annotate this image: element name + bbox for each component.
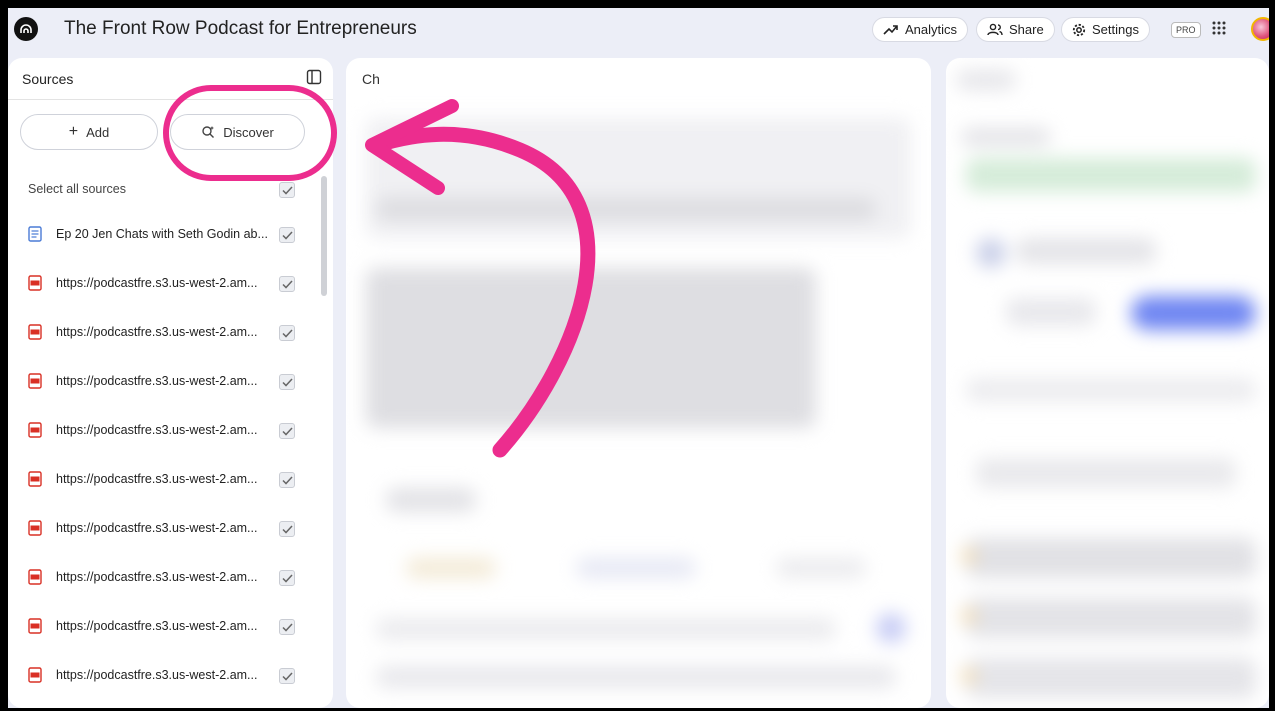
source-item[interactable]: https://podcastfre.s3.us-west-2.am... [28, 372, 298, 392]
source-item[interactable]: Ep 20 Jen Chats with Seth Godin ab... [28, 225, 298, 245]
source-item[interactable]: https://podcastfre.s3.us-west-2.am... [28, 666, 298, 686]
source-item-label: https://podcastfre.s3.us-west-2.am... [56, 668, 258, 682]
source-checkbox[interactable] [279, 423, 295, 439]
checkmark-icon [281, 671, 293, 681]
checkmark-icon [281, 573, 293, 583]
notebook-title[interactable]: The Front Row Podcast for Entrepreneurs [64, 18, 417, 40]
chat-panel: Ch [346, 58, 931, 708]
source-item-label: https://podcastfre.s3.us-west-2.am... [56, 423, 258, 437]
settings-button[interactable]: Settings [1061, 17, 1150, 42]
discover-search-icon [202, 126, 215, 138]
studio-blurred-content [946, 58, 1269, 708]
source-checkbox[interactable] [279, 570, 295, 586]
analytics-button[interactable]: Analytics [872, 17, 969, 42]
pdf-icon [28, 275, 42, 291]
source-item-label: https://podcastfre.s3.us-west-2.am... [56, 374, 258, 388]
analytics-label: Analytics [905, 22, 958, 37]
discover-button[interactable]: Discover [170, 114, 305, 150]
source-checkbox[interactable] [279, 325, 295, 341]
pdf-icon [28, 569, 42, 585]
pdf-icon [28, 373, 42, 389]
sources-scrollbar[interactable] [321, 176, 327, 296]
add-source-button[interactable]: + Add [20, 114, 158, 150]
checkmark-icon [281, 328, 293, 338]
share-label: Share [1009, 22, 1044, 37]
checkmark-icon [281, 426, 293, 436]
source-item-label: https://podcastfre.s3.us-west-2.am... [56, 570, 258, 584]
source-checkbox[interactable] [279, 668, 295, 684]
checkmark-icon [281, 622, 293, 632]
sources-title: Sources [22, 71, 74, 87]
select-all-checkbox[interactable] [279, 182, 295, 198]
source-checkbox[interactable] [279, 472, 295, 488]
checkmark-icon [281, 475, 293, 485]
sources-header: Sources [8, 58, 333, 100]
source-checkbox[interactable] [279, 619, 295, 635]
trending-up-icon [883, 24, 898, 35]
document-icon [28, 226, 42, 242]
gear-icon [1072, 23, 1086, 36]
notebook-logo-icon[interactable] [14, 17, 38, 41]
add-label: Add [86, 124, 110, 140]
select-all-label: Select all sources [28, 182, 126, 196]
pdf-icon [28, 667, 42, 683]
pdf-icon [28, 324, 42, 340]
source-item[interactable]: https://podcastfre.s3.us-west-2.am... [28, 617, 298, 637]
source-item-label: https://podcastfre.s3.us-west-2.am... [56, 619, 258, 633]
checkmark-icon [281, 377, 293, 387]
source-checkbox[interactable] [279, 276, 295, 292]
source-item[interactable]: https://podcastfre.s3.us-west-2.am... [28, 568, 298, 588]
source-item-label: https://podcastfre.s3.us-west-2.am... [56, 325, 258, 339]
source-item[interactable]: https://podcastfre.s3.us-west-2.am... [28, 323, 298, 343]
source-item-label: https://podcastfre.s3.us-west-2.am... [56, 521, 258, 535]
source-item-label: Ep 20 Jen Chats with Seth Godin ab... [56, 227, 268, 241]
plus-icon: + [68, 123, 79, 140]
pro-badge: PRO [1171, 22, 1201, 38]
source-checkbox[interactable] [279, 374, 295, 390]
people-icon [987, 23, 1003, 36]
apps-grid-icon[interactable] [1212, 21, 1226, 35]
select-all-row[interactable]: Select all sources [28, 182, 298, 202]
chat-title: Ch [362, 71, 380, 87]
discover-label: Discover [223, 124, 274, 140]
source-checkbox[interactable] [279, 227, 295, 243]
top-bar: The Front Row Podcast for Entrepreneurs … [8, 8, 1269, 52]
pdf-icon [28, 520, 42, 536]
source-item-label: https://podcastfre.s3.us-west-2.am... [56, 472, 258, 486]
pdf-icon [28, 422, 42, 438]
checkmark-icon [281, 524, 293, 534]
collapse-panel-icon[interactable] [306, 69, 322, 85]
sources-panel: Sources + Add Discover Select all source… [8, 58, 333, 708]
source-checkbox[interactable] [279, 521, 295, 537]
pdf-icon [28, 618, 42, 634]
avatar[interactable] [1251, 17, 1269, 41]
source-item[interactable]: https://podcastfre.s3.us-west-2.am... [28, 421, 298, 441]
checkmark-icon [281, 230, 293, 240]
source-item[interactable]: https://podcastfre.s3.us-west-2.am... [28, 519, 298, 539]
pdf-icon [28, 471, 42, 487]
source-item[interactable]: https://podcastfre.s3.us-west-2.am... [28, 470, 298, 490]
settings-label: Settings [1092, 22, 1139, 37]
app-window: The Front Row Podcast for Entrepreneurs … [8, 8, 1269, 708]
sources-actions: + Add Discover [20, 114, 305, 150]
checkmark-icon [281, 279, 293, 289]
checkmark-icon [281, 185, 293, 195]
chat-blurred-content [346, 58, 931, 708]
share-button[interactable]: Share [976, 17, 1055, 42]
source-item[interactable]: https://podcastfre.s3.us-west-2.am... [28, 274, 298, 294]
source-item-label: https://podcastfre.s3.us-west-2.am... [56, 276, 258, 290]
studio-panel [946, 58, 1269, 708]
